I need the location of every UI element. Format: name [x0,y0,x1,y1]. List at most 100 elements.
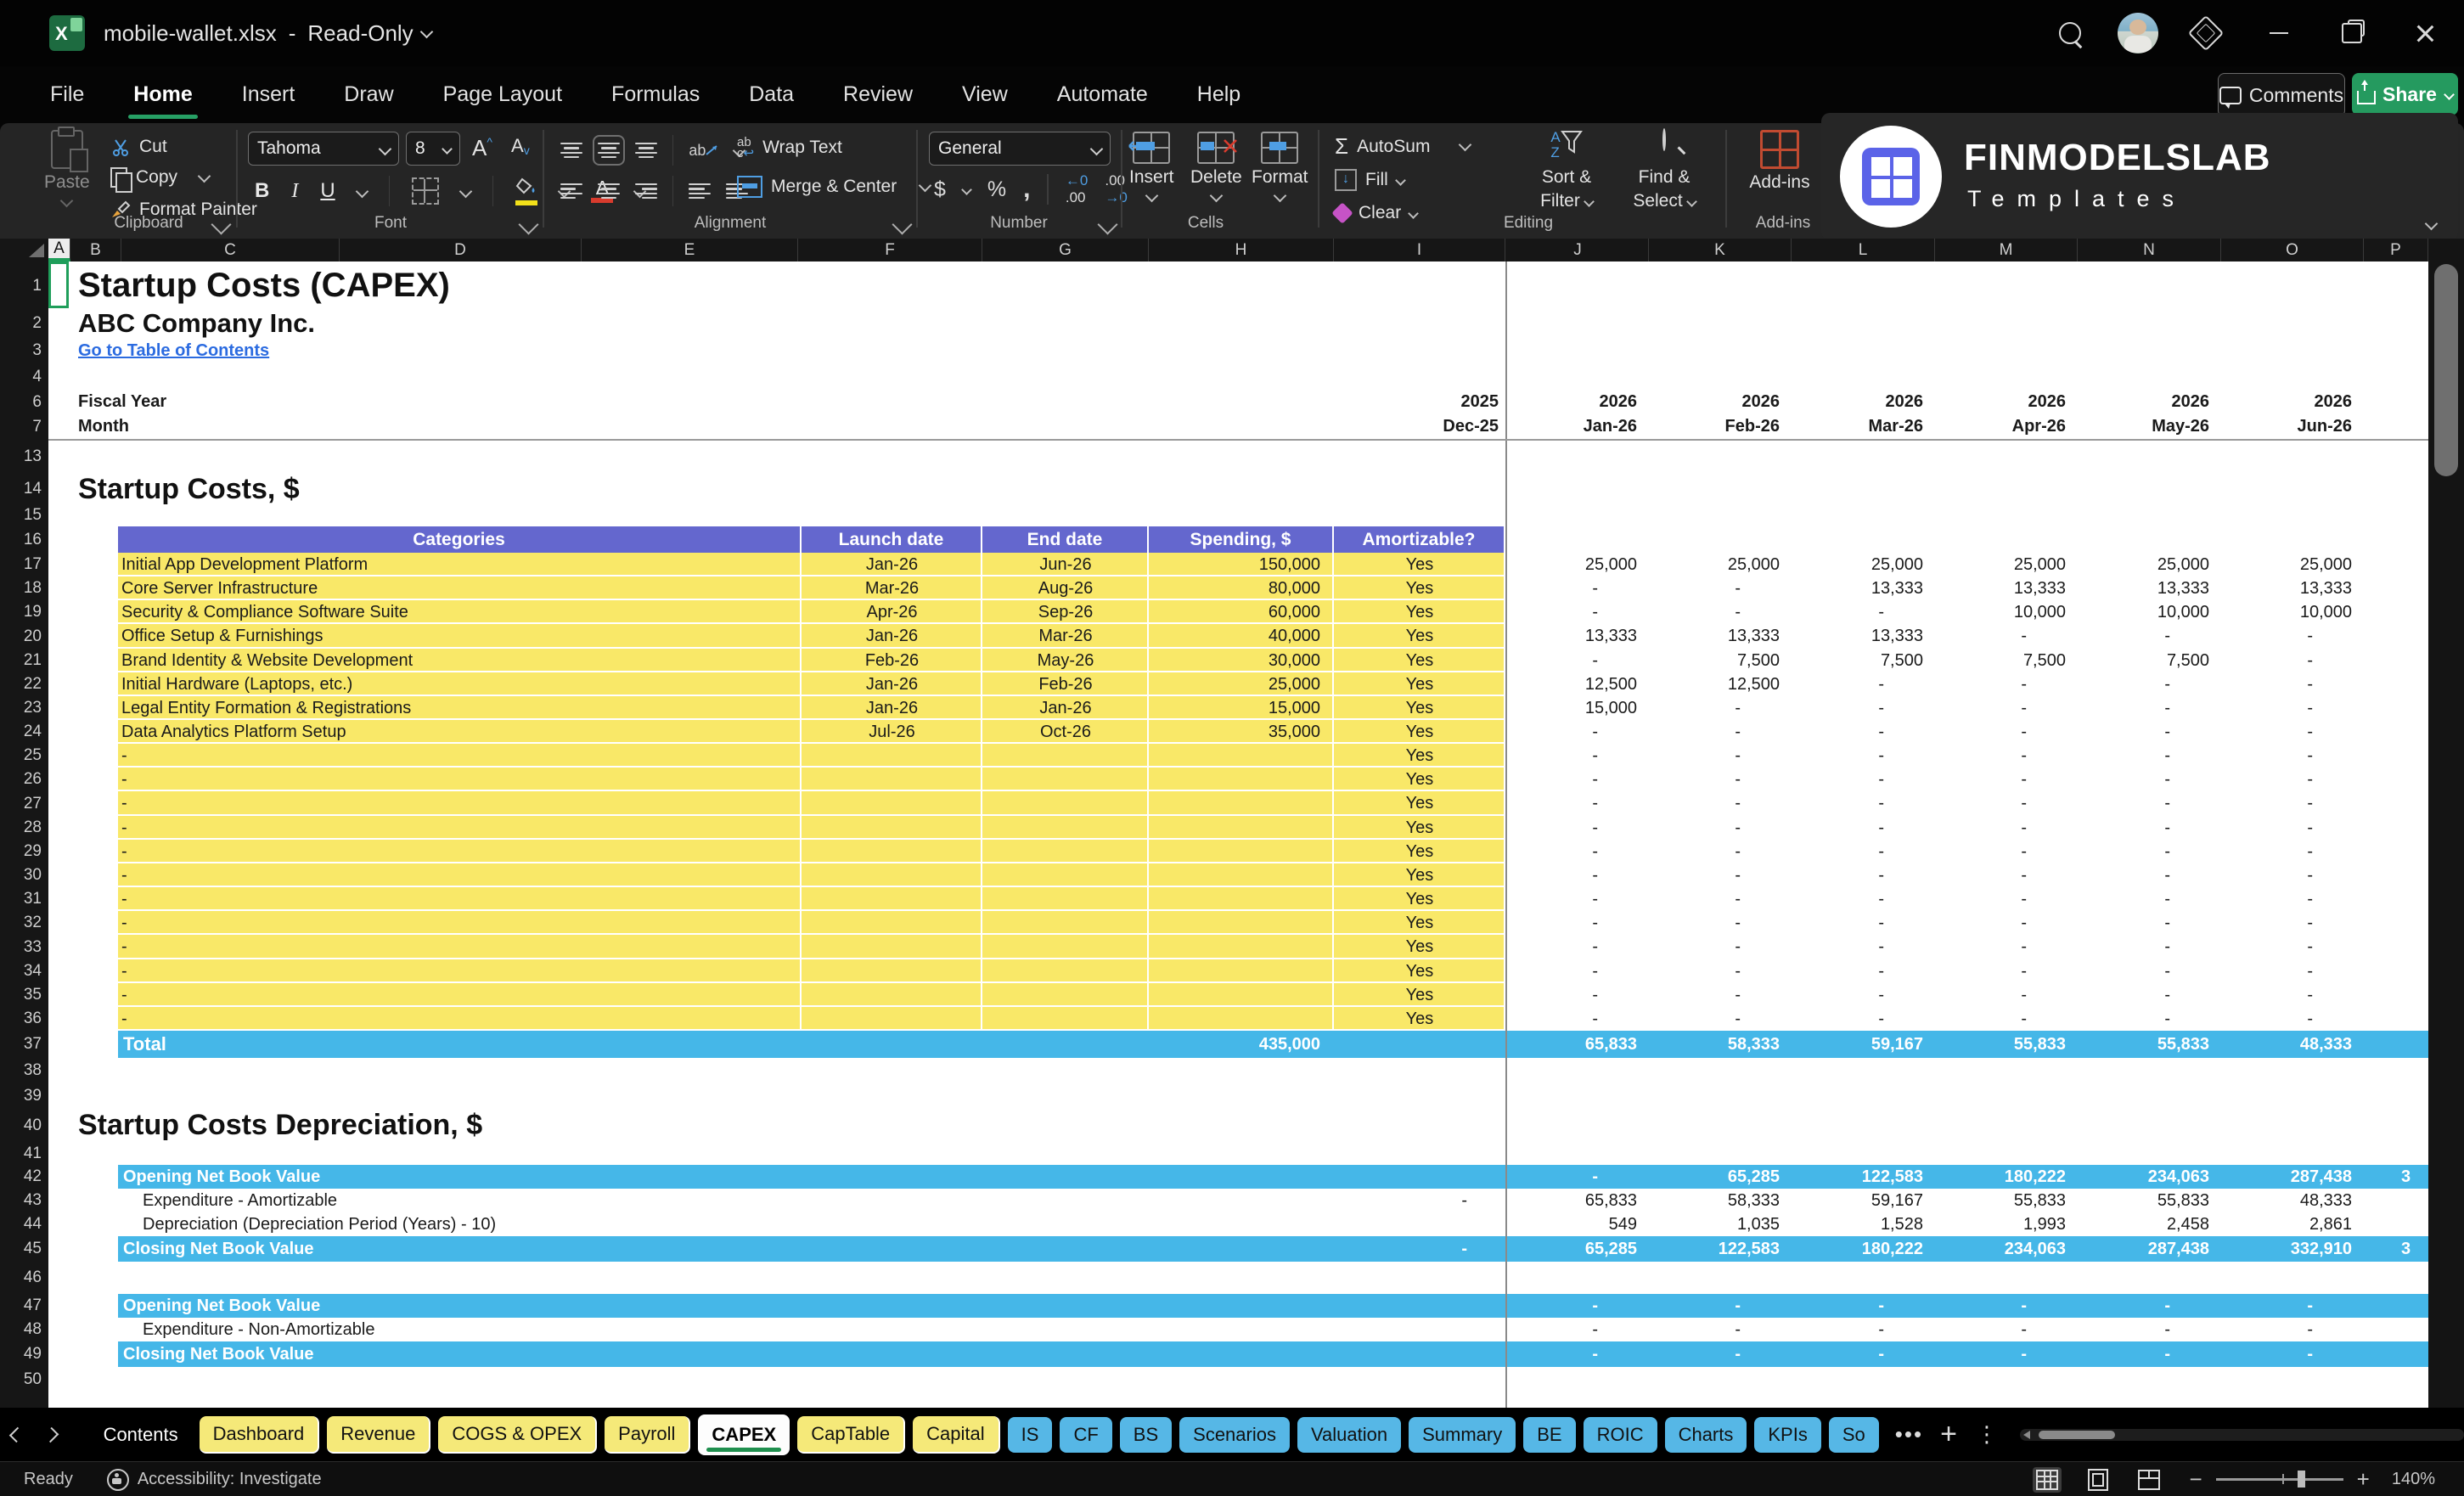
nbv-value[interactable]: - [1647,1294,1741,1318]
sheet-tab-so[interactable]: So [1828,1416,1879,1453]
monthly-value-cell[interactable]: 10,000 [2219,600,2352,624]
currency-chevron-icon[interactable] [961,183,972,195]
nbv-value[interactable]: 65,285 [1647,1165,1780,1189]
monthly-value-cell[interactable]: - [1647,935,1741,959]
total-monthly-value[interactable]: 55,833 [1933,1031,2066,1058]
category-cell[interactable]: Initial App Development Platform [121,553,801,576]
column-header-K[interactable]: K [1649,239,1792,262]
table-cell[interactable] [1149,1007,1334,1031]
end-date-cell[interactable]: Feb-26 [982,672,1149,696]
select-all-corner[interactable] [29,244,44,257]
fiscal-year-value[interactable]: 2026 [1647,390,1780,414]
amortizable-cell[interactable]: Yes [1334,624,1505,649]
month-value[interactable]: Dec-25 [1361,414,1499,439]
total-monthly-value[interactable]: 58,333 [1647,1031,1780,1058]
horizontal-scrollbar[interactable] [2019,1428,2464,1441]
monthly-value-cell[interactable]: 25,000 [1647,553,1780,576]
paste-button[interactable]: Paste [44,127,90,208]
sheet-tab-contents[interactable]: Contents [90,1417,192,1453]
column-header-A[interactable]: A [48,239,70,262]
row-headers[interactable]: 1 2 3 4 6 7 13 14 15 16 17 18 19 20 21 22 23 24 25 26 27 28 29… [0,262,49,1408]
month-value[interactable]: May-26 [2077,414,2209,439]
nbv-value[interactable]: - [1505,1165,1598,1189]
nbv-value[interactable]: 180,222 [1791,1236,1923,1262]
monthly-value-cell[interactable]: - [1505,816,1598,840]
monthly-value-cell[interactable]: - [1647,600,1741,624]
alignment-dialog-launcher-icon[interactable] [892,214,913,235]
monthly-value-cell[interactable]: - [1647,1007,1741,1031]
search-icon[interactable] [2045,8,2096,59]
nbv-value[interactable]: - [1791,1341,1884,1367]
table-cell[interactable] [802,863,982,887]
nbv-value[interactable]: - [1647,1341,1741,1367]
merge-center-button[interactable]: Merge & Center [737,176,932,198]
align-right-button[interactable] [635,181,657,202]
category-cell[interactable]: Office Setup & Furnishings [121,624,801,649]
row-header-18[interactable]: 18 [8,576,42,600]
monthly-value-cell[interactable]: - [2219,696,2313,720]
sheet-title[interactable]: Startup Costs (CAPEX) [78,262,842,310]
column-header-H[interactable]: H [1149,239,1334,262]
table-cell[interactable] [802,959,982,983]
table-cell[interactable] [982,1007,1149,1031]
sheet-tab-charts[interactable]: Charts [1664,1416,1747,1453]
monthly-value-cell[interactable]: - [1933,887,2027,911]
monthly-value-cell[interactable]: - [1791,816,1884,840]
table-cell[interactable] [982,744,1149,768]
monthly-value-cell[interactable]: 25,000 [1505,553,1637,576]
end-date-cell[interactable]: Jun-26 [982,553,1149,576]
end-date-cell[interactable]: May-26 [982,649,1149,672]
sheet-canvas[interactable]: Startup Costs (CAPEX) ABC Company Inc. Go … [48,262,2428,1408]
monthly-value-cell[interactable]: - [2077,768,2170,791]
monthly-value-cell[interactable]: - [1505,840,1598,863]
category-cell[interactable]: - [121,816,801,840]
amortizable-cell[interactable]: Yes [1334,672,1505,696]
monthly-value-cell[interactable]: - [1933,744,2027,768]
monthly-value-cell[interactable]: 25,000 [1933,553,2066,576]
monthly-value-cell[interactable]: 10,000 [1933,600,2066,624]
nbv-overflow-value[interactable]: 3 [2401,1165,2427,1189]
nbv-value[interactable]: 122,583 [1647,1236,1780,1262]
column-header-O[interactable]: O [2221,239,2364,262]
expenditure-value[interactable]: 48,333 [2219,1189,2352,1212]
monthly-value-cell[interactable]: - [1647,720,1741,744]
table-header-launch-date[interactable]: Launch date [802,526,982,553]
row-header-44[interactable]: 44 [8,1212,42,1236]
monthly-value-cell[interactable]: - [2219,649,2313,672]
find-select-button[interactable]: Find & Select [1617,128,1711,211]
nbv-value[interactable]: 234,063 [1933,1236,2066,1262]
table-cell[interactable] [802,935,982,959]
spending-cell[interactable]: 35,000 [1190,720,1320,744]
monthly-value-cell[interactable]: - [2077,744,2170,768]
zoom-slider[interactable] [2215,1471,2343,1488]
ribbon-tab-help[interactable]: Help [1194,77,1244,112]
font-size-select[interactable]: 8 [406,132,460,166]
restore-button[interactable] [2326,8,2377,59]
sheet-tab-be[interactable]: BE [1523,1416,1576,1453]
close-button[interactable] [2399,8,2450,59]
monthly-value-cell[interactable]: - [2219,816,2313,840]
row-header-38[interactable]: 38 [8,1058,42,1083]
ribbon-tab-view[interactable]: View [959,77,1011,112]
monthly-value-cell[interactable]: - [1933,696,2027,720]
ribbon-tab-draw[interactable]: Draw [340,77,397,112]
tabs-scroll-left-icon[interactable] [8,1426,25,1443]
monthly-value-cell[interactable]: - [2219,911,2313,935]
amortizable-cell[interactable]: Yes [1334,649,1505,672]
monthly-value-cell[interactable]: - [2219,983,2313,1007]
monthly-value-cell[interactable]: 13,333 [1791,576,1923,600]
share-button[interactable]: Share [2352,73,2458,115]
category-cell[interactable]: - [121,959,801,983]
comments-button[interactable]: Comments [2218,73,2345,117]
table-cell[interactable] [982,768,1149,791]
column-header-J[interactable]: J [1507,239,1649,262]
monthly-value-cell[interactable]: - [2219,672,2313,696]
monthly-value-cell[interactable]: - [1647,887,1741,911]
sheet-tab-revenue[interactable]: Revenue [327,1415,431,1454]
monthly-value-cell[interactable]: - [1791,600,1884,624]
spending-cell[interactable]: 40,000 [1190,624,1320,649]
format-cells-button[interactable]: Format [1252,132,1308,203]
fiscal-year-value[interactable]: 2026 [2219,390,2353,414]
row-header-15[interactable]: 15 [8,503,42,526]
monthly-value-cell[interactable]: - [2219,935,2313,959]
